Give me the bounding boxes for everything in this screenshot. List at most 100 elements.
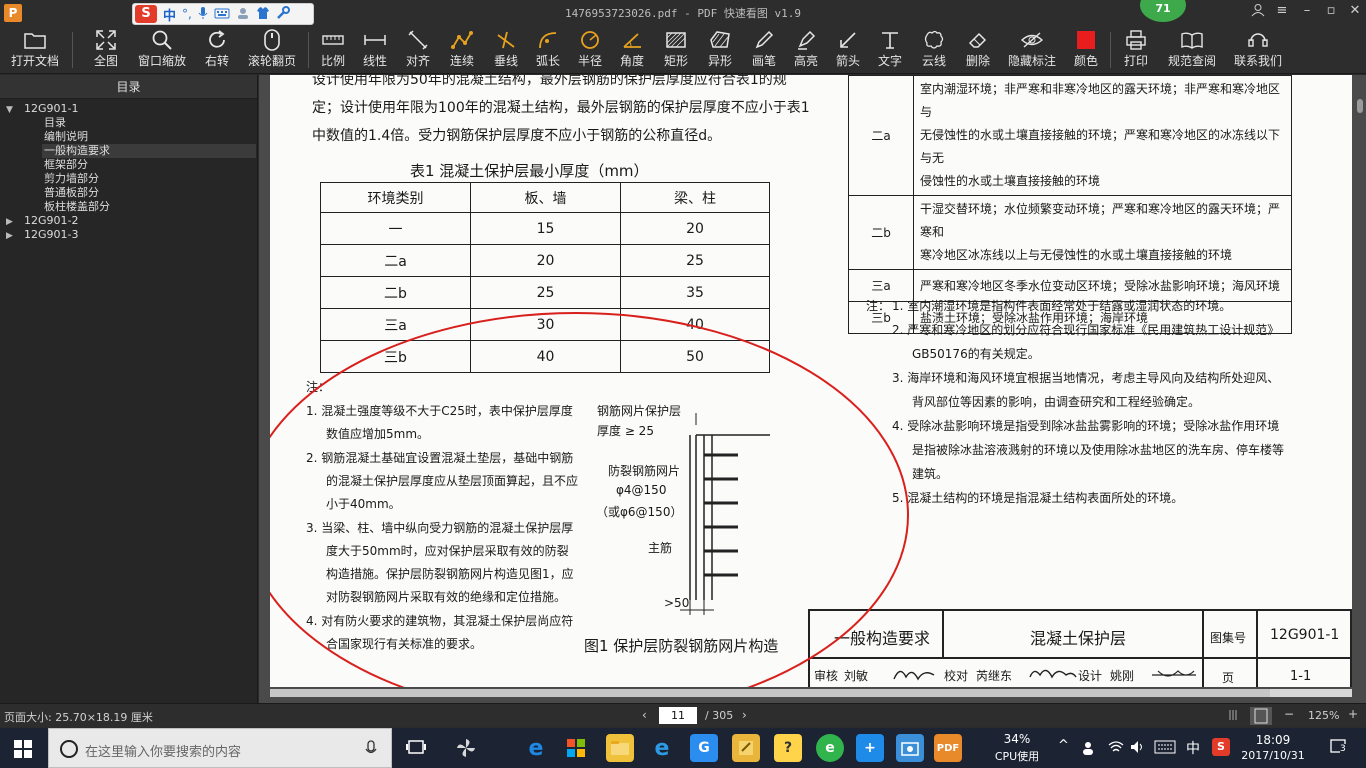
tree-item-label: 剪力墙部分 [44, 172, 99, 185]
horizontal-scrollbar[interactable] [270, 689, 1352, 697]
zoom-in-button[interactable]: + [1348, 707, 1358, 721]
minimize-button[interactable]: – [1296, 3, 1318, 18]
close-button[interactable]: ✕ [1344, 3, 1366, 18]
task-view-icon[interactable] [402, 734, 430, 762]
user-tray-icon[interactable] [1080, 740, 1096, 759]
account-icon[interactable] [1247, 3, 1269, 21]
radius-button[interactable]: 半径 [572, 26, 608, 74]
windows-logo-icon [14, 740, 32, 758]
wheel-page-button[interactable]: 滚轮翻页 [244, 26, 300, 74]
toolbar-label: 颜色 [1073, 54, 1098, 68]
toolbar-label: 箭头 [835, 54, 860, 68]
next-page-button[interactable]: › [742, 708, 747, 722]
wifi-icon[interactable] [1108, 740, 1124, 757]
tree-item-label: 框架部分 [44, 158, 88, 171]
polygon-button[interactable]: 异形 [702, 26, 738, 74]
fit-all-button[interactable]: 全图 [86, 26, 126, 74]
pinwheel-app-icon[interactable] [452, 734, 480, 762]
keyboard-tray-icon[interactable] [1154, 740, 1176, 757]
linear-measure-button[interactable]: 线性 [358, 26, 392, 74]
text-button[interactable]: 文字 [872, 26, 908, 74]
zoom-out-button[interactable]: − [1284, 707, 1294, 721]
tree-item-general-requirements[interactable]: 一般构造要求 [42, 144, 256, 158]
edge-browser-icon[interactable]: e [522, 734, 550, 762]
clock-date[interactable]: 2017/10/31 [1240, 749, 1306, 762]
color-button[interactable]: 颜色 [1068, 26, 1104, 74]
windows-taskbar: 在这里输入你要搜索的内容 e e G ? e + PDF 34% CPU使用 ^… [0, 728, 1366, 768]
taskbar-search-box[interactable]: 在这里输入你要搜索的内容 [48, 728, 392, 768]
toolbar-label: 打开文档 [10, 54, 59, 68]
browser-g-icon[interactable]: G [690, 734, 718, 762]
maximize-button[interactable]: ▫ [1320, 3, 1342, 18]
file-explorer-icon[interactable] [606, 734, 634, 762]
arc-length-button[interactable]: 弧长 [530, 26, 566, 74]
scrollbar-thumb[interactable] [1357, 99, 1363, 113]
tree-item-12g901-3[interactable]: ▶ 12G901-3 [6, 228, 78, 242]
security-app-icon[interactable]: e [816, 734, 844, 762]
toolbar-label: 垂线 [493, 54, 518, 68]
rotate-icon [209, 30, 225, 48]
rotate-right-button[interactable]: 右转 [198, 26, 236, 74]
arrow-button[interactable]: 箭头 [830, 26, 866, 74]
tree-item-slab-column[interactable]: 板柱楼盖部分 [44, 200, 110, 214]
toolbar-divider [72, 32, 73, 68]
highlight-button[interactable]: 高亮 [788, 26, 824, 74]
toolbar-label: 高亮 [793, 54, 818, 68]
sogou-tray-icon[interactable]: S [1212, 738, 1230, 756]
ime-tray-indicator[interactable]: 中 [1186, 738, 1200, 758]
rectangle-button[interactable]: 矩形 [658, 26, 694, 74]
perpendicular-button[interactable]: 垂线 [488, 26, 524, 74]
voice-search-icon[interactable] [365, 740, 377, 758]
spec-lookup-button[interactable]: 规范查阅 [1164, 26, 1220, 74]
document-viewport[interactable]: 设计使用年限为50年的混凝土结构，最外层钢筋的保护层厚度应符合表1的规 定；设计… [259, 75, 1366, 703]
vertical-scrollbar[interactable] [1356, 93, 1364, 693]
toolbar-label: 比例 [320, 54, 345, 68]
open-document-button[interactable]: 打开文档 [6, 26, 64, 74]
single-page-view-icon[interactable] [1228, 708, 1242, 725]
align-measure-button[interactable]: 对齐 [400, 26, 436, 74]
tree-item-shear-wall[interactable]: 剪力墙部分 [44, 172, 99, 186]
expand-arrow-icon[interactable]: ▶ [6, 215, 16, 229]
angle-icon [623, 33, 641, 48]
tree-item-12g901-2[interactable]: ▶ 12G901-2 [6, 214, 78, 228]
pen-button[interactable]: 画笔 [746, 26, 782, 74]
angle-button[interactable]: 角度 [614, 26, 650, 74]
page-number-input[interactable]: 11 [659, 707, 697, 724]
tree-item-12g901-1[interactable]: ▼ 12G901-1 [6, 102, 78, 116]
expand-arrow-icon[interactable]: ▼ [6, 103, 16, 117]
total-pages-text: / 305 [705, 709, 734, 722]
print-button[interactable]: 打印 [1118, 26, 1154, 74]
expand-arrow-icon[interactable]: ▶ [6, 229, 16, 243]
start-button[interactable] [14, 740, 32, 762]
plus-app-icon[interactable]: + [856, 734, 884, 762]
hide-annotations-button[interactable]: 隐藏标注 [1004, 26, 1060, 74]
tree-item-ordinary-slab[interactable]: 普通板部分 [44, 186, 99, 200]
contact-us-button[interactable]: 联系我们 [1230, 26, 1286, 74]
clock-time[interactable]: 18:09 [1240, 733, 1306, 747]
delete-button[interactable]: 删除 [960, 26, 996, 74]
red-ellipse-annotation[interactable] [270, 75, 1352, 687]
volume-icon[interactable] [1130, 740, 1146, 757]
continuous-measure-button[interactable]: 连续 [444, 26, 480, 74]
continuous-view-icon[interactable] [1250, 707, 1272, 725]
tree-item-frame[interactable]: 框架部分 [44, 158, 88, 172]
mouse-icon [264, 29, 280, 51]
notes-app-icon[interactable] [732, 734, 760, 762]
help-app-icon[interactable]: ? [774, 734, 802, 762]
cloud-line-button[interactable]: 云线 [916, 26, 952, 74]
tree-item-preparation-notes[interactable]: 编制说明 [44, 130, 88, 144]
scale-button[interactable]: 比例 [316, 26, 350, 74]
store-icon[interactable] [562, 734, 590, 762]
toolbar-label: 联系我们 [1233, 54, 1282, 68]
screenshot-app-icon[interactable] [896, 734, 924, 762]
tray-expand-icon[interactable]: ^ [1058, 738, 1069, 753]
pdf-viewer-taskbar-icon[interactable]: PDF [934, 734, 962, 762]
ie-browser-icon[interactable]: e [648, 734, 676, 762]
zoom-level[interactable]: 125% [1308, 709, 1339, 722]
prev-page-button[interactable]: ‹ [642, 708, 647, 722]
menu-icon[interactable]: ≡ [1271, 3, 1293, 18]
action-center-icon[interactable]: 3 [1328, 738, 1350, 759]
window-zoom-button[interactable]: 窗口缩放 [134, 26, 190, 74]
tree-item-contents[interactable]: 目录 [44, 116, 66, 130]
scrollbar-thumb[interactable] [270, 689, 1270, 697]
